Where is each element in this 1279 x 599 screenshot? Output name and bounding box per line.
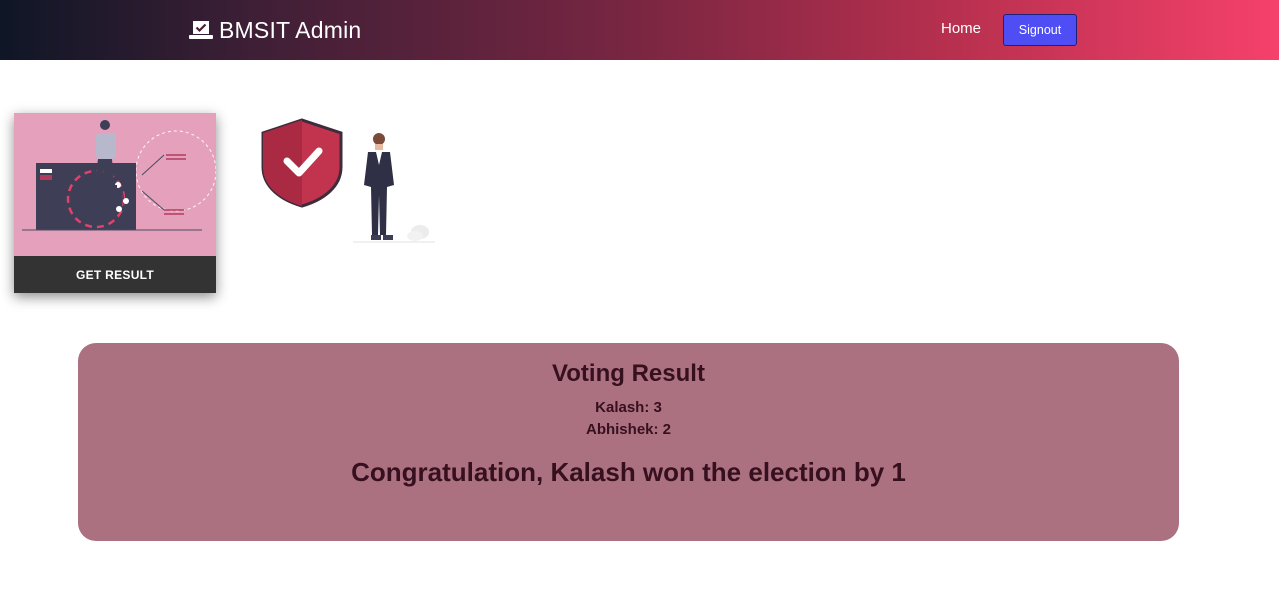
security-illustration xyxy=(261,118,435,243)
ballot-box-illustration xyxy=(14,113,216,256)
nav-home-link[interactable]: Home xyxy=(941,20,981,37)
candidate-result-kalash: Kalash: 3 xyxy=(595,399,662,416)
brand-title: BMSIT Admin xyxy=(219,16,362,43)
winner-message: Congratulation, Kalash won the election … xyxy=(351,457,906,487)
standing-person-illustration xyxy=(353,133,435,243)
laptop-check-icon xyxy=(189,21,213,39)
shield-check-icon xyxy=(261,118,343,208)
brand[interactable]: BMSIT Admin xyxy=(189,16,361,44)
get-result-button[interactable]: GET RESULT xyxy=(14,256,216,293)
get-result-card[interactable]: GET RESULT xyxy=(14,113,216,293)
signout-button[interactable]: Signout xyxy=(1003,14,1077,46)
navbar: BMSIT Admin Home Signout xyxy=(0,0,1279,60)
voting-result-panel: Voting Result Kalash: 3 Abhishek: 2 Cong… xyxy=(78,343,1179,541)
result-title: Voting Result xyxy=(552,360,705,387)
candidate-result-abhishek: Abhishek: 2 xyxy=(585,421,672,438)
